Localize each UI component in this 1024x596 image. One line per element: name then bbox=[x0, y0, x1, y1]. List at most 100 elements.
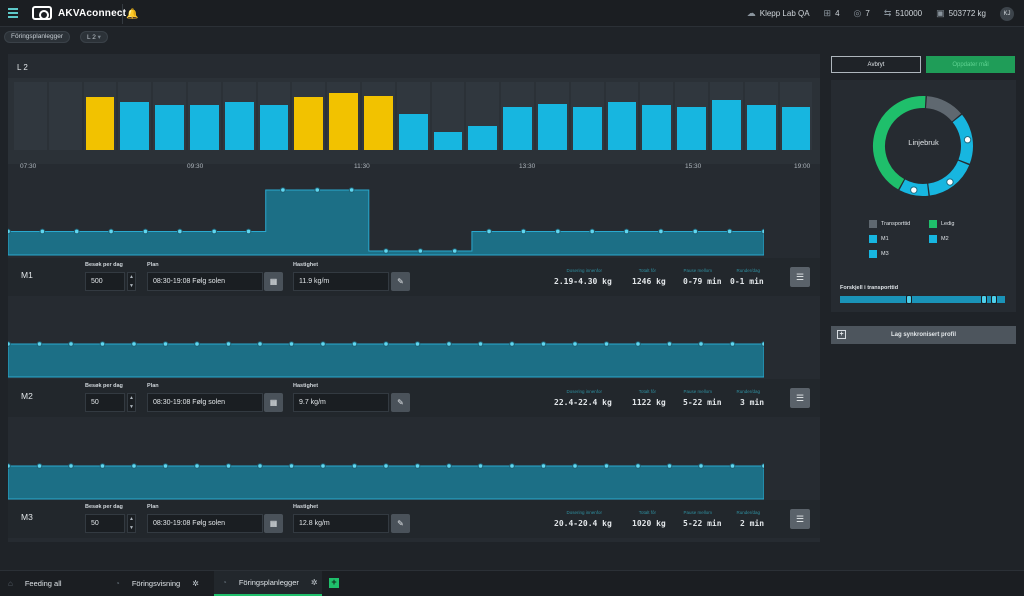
tab-settings-icon[interactable]: ✲ bbox=[192, 579, 199, 588]
profile-point[interactable] bbox=[698, 463, 704, 469]
profile-point[interactable] bbox=[761, 463, 764, 469]
chart-bar[interactable] bbox=[468, 126, 498, 150]
calendar-icon[interactable]: ▦ bbox=[264, 272, 283, 291]
profile-point[interactable] bbox=[572, 463, 578, 469]
profile-point[interactable] bbox=[99, 341, 106, 347]
tab-feeding-view[interactable]: ◔ Föringsvisning ✲ bbox=[107, 571, 211, 596]
chart-bar[interactable] bbox=[607, 101, 637, 150]
notification-bell-icon[interactable]: 🔔 bbox=[122, 4, 142, 24]
profile-point[interactable] bbox=[73, 228, 80, 235]
breadcrumb-line-select[interactable]: L 2 bbox=[80, 31, 108, 43]
plan-input[interactable]: 08:30-19:08 Følg solen bbox=[147, 393, 263, 412]
feed-profile-m3[interactable] bbox=[8, 456, 764, 500]
profile-point[interactable] bbox=[36, 341, 43, 347]
profile-point[interactable] bbox=[225, 341, 232, 347]
feed-profile-m1[interactable] bbox=[8, 184, 764, 256]
profile-point[interactable] bbox=[555, 228, 561, 235]
profile-point[interactable] bbox=[486, 228, 492, 235]
chart-bar[interactable] bbox=[294, 96, 324, 150]
units-count[interactable]: ⊞ 4 bbox=[824, 8, 840, 19]
app-logo[interactable]: AKVAconnect bbox=[32, 6, 126, 20]
profile-point[interactable] bbox=[68, 341, 74, 347]
donut-handle[interactable] bbox=[910, 186, 918, 194]
profile-point[interactable] bbox=[194, 463, 200, 469]
profile-point[interactable] bbox=[666, 341, 673, 347]
chart-bar[interactable] bbox=[781, 107, 811, 150]
profile-point[interactable] bbox=[36, 463, 43, 469]
profile-point[interactable] bbox=[99, 463, 106, 469]
profile-point[interactable] bbox=[383, 248, 389, 254]
plan-input[interactable]: 08:30-19:08 Følg solen bbox=[147, 514, 263, 533]
profile-point[interactable] bbox=[314, 187, 321, 193]
profile-point[interactable] bbox=[666, 463, 673, 469]
profile-point[interactable] bbox=[288, 463, 295, 469]
donut-segment[interactable] bbox=[925, 96, 962, 122]
profile-point[interactable] bbox=[589, 228, 595, 235]
abort-button[interactable]: Avbryt bbox=[831, 56, 921, 73]
visits-stepper[interactable]: ▲ ▼ bbox=[127, 272, 136, 291]
speed-input[interactable]: 12.8 kg/m bbox=[293, 514, 389, 533]
donut-segment[interactable] bbox=[927, 160, 970, 196]
chart-bar[interactable] bbox=[677, 107, 706, 150]
chart-bar[interactable] bbox=[433, 131, 463, 150]
chart-bar[interactable] bbox=[155, 105, 184, 150]
profile-point[interactable] bbox=[414, 463, 421, 469]
tab-feeding-planner[interactable]: ◔ Föringsplanlegger ✲ bbox=[214, 571, 322, 596]
settings-sliders-icon[interactable]: ☰ bbox=[790, 267, 810, 287]
profile-point[interactable] bbox=[446, 341, 452, 347]
chart-bar[interactable] bbox=[190, 105, 219, 150]
pens-count[interactable]: ◎ 7 bbox=[854, 8, 870, 19]
profile-point[interactable] bbox=[635, 341, 641, 347]
profile-point[interactable] bbox=[257, 463, 263, 469]
visits-input[interactable]: 500 bbox=[85, 272, 125, 291]
profile-point[interactable] bbox=[658, 228, 664, 235]
stepper-down-icon[interactable]: ▼ bbox=[129, 525, 134, 531]
profile-point[interactable] bbox=[211, 228, 217, 235]
visits-input[interactable]: 50 bbox=[85, 514, 125, 533]
stepper-up-icon[interactable]: ▲ bbox=[129, 516, 134, 522]
chart-bar[interactable] bbox=[120, 102, 150, 150]
profile-point[interactable] bbox=[414, 341, 421, 347]
profile-point[interactable] bbox=[509, 463, 515, 469]
chart-bar[interactable] bbox=[712, 100, 741, 150]
profile-point[interactable] bbox=[446, 463, 452, 469]
profile-point[interactable] bbox=[320, 463, 326, 469]
slider-handle[interactable] bbox=[906, 295, 912, 304]
stepper-down-icon[interactable]: ▼ bbox=[129, 404, 134, 410]
profile-point[interactable] bbox=[383, 341, 389, 347]
chart-bar[interactable] bbox=[572, 107, 602, 150]
profile-point[interactable] bbox=[131, 463, 137, 469]
create-sync-profile-button[interactable]: + Lag synkronisert profil bbox=[831, 326, 1016, 344]
profile-point[interactable] bbox=[68, 463, 74, 469]
menu-icon[interactable] bbox=[8, 8, 18, 18]
profile-point[interactable] bbox=[509, 341, 515, 347]
chart-bar[interactable] bbox=[364, 95, 393, 150]
profile-point[interactable] bbox=[177, 228, 183, 235]
chart-bar[interactable] bbox=[85, 96, 115, 150]
breadcrumb-root[interactable]: Föringsplanlegger bbox=[4, 31, 71, 43]
profile-point[interactable] bbox=[280, 187, 286, 193]
profile-point[interactable] bbox=[8, 463, 11, 469]
profile-point[interactable] bbox=[623, 228, 630, 235]
profile-point[interactable] bbox=[257, 341, 263, 347]
profile-point[interactable] bbox=[761, 228, 764, 235]
visits-stepper[interactable]: ▲ ▼ bbox=[127, 514, 136, 533]
chart-bar[interactable] bbox=[503, 107, 532, 150]
stepper-up-icon[interactable]: ▲ bbox=[129, 274, 134, 280]
profile-point[interactable] bbox=[288, 341, 295, 347]
plan-input[interactable]: 08:30-19:08 Følg solen bbox=[147, 272, 263, 291]
profile-point[interactable] bbox=[540, 463, 547, 469]
profile-point[interactable] bbox=[451, 248, 458, 254]
donut-handle[interactable] bbox=[946, 178, 954, 186]
profile-point[interactable] bbox=[726, 228, 733, 235]
profile-point[interactable] bbox=[383, 463, 389, 469]
profile-point[interactable] bbox=[603, 341, 610, 347]
profile-point[interactable] bbox=[520, 228, 527, 235]
tab-settings-icon[interactable]: ✲ bbox=[311, 578, 318, 587]
profile-point[interactable] bbox=[351, 463, 358, 469]
chart-bar[interactable] bbox=[746, 105, 776, 150]
settings-sliders-icon[interactable]: ☰ bbox=[790, 509, 810, 529]
chart-bar[interactable] bbox=[538, 103, 567, 150]
profile-point[interactable] bbox=[8, 341, 11, 347]
slider-handle[interactable] bbox=[981, 295, 987, 304]
